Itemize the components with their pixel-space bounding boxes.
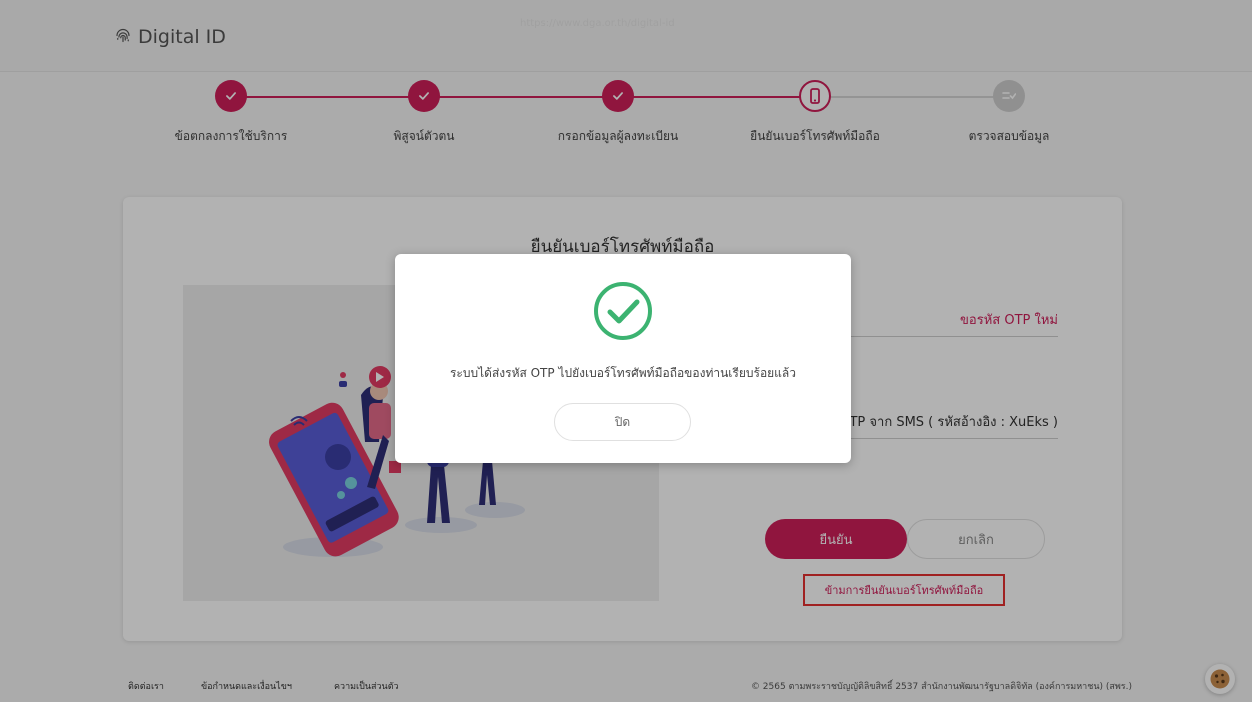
success-check-icon bbox=[594, 282, 652, 340]
close-dialog-button[interactable]: ปิด bbox=[554, 403, 691, 441]
otp-sent-dialog: ระบบได้ส่งรหัส OTP ไปยังเบอร์โทรศัพท์มือ… bbox=[395, 254, 851, 463]
dialog-message: ระบบได้ส่งรหัส OTP ไปยังเบอร์โทรศัพท์มือ… bbox=[449, 366, 797, 380]
